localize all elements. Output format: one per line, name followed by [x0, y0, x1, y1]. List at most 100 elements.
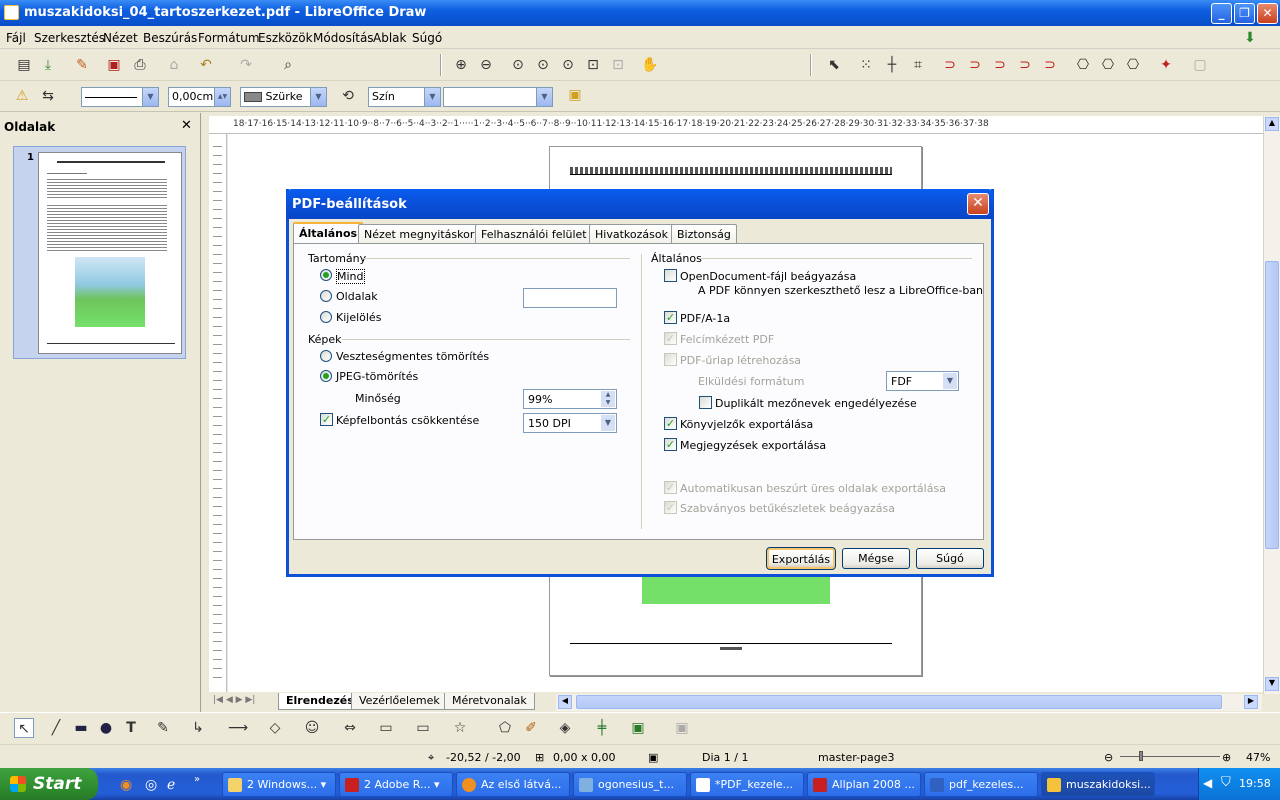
flowchart-icon[interactable]: ▭: [376, 718, 396, 738]
snap-points-icon[interactable]: ⊃: [965, 55, 985, 75]
taskbar-item-draw[interactable]: muszakidoksi...: [1041, 772, 1155, 797]
fill-value-select[interactable]: ▼: [443, 87, 553, 107]
block-arrows-icon[interactable]: ⇔: [340, 718, 360, 738]
start-button[interactable]: Start: [0, 768, 98, 800]
scroll-right-button[interactable]: ▶: [1244, 695, 1258, 709]
range-pages-radio[interactable]: [320, 290, 332, 302]
close-button[interactable]: ✕: [1257, 3, 1278, 24]
duplicate-fields-checkbox[interactable]: [699, 396, 712, 409]
tab-user-interface[interactable]: Felhasználói felület: [475, 224, 593, 245]
glue-points-icon[interactable]: ⎔: [1123, 55, 1143, 75]
export-empty-pages-checkbox[interactable]: ✓: [664, 481, 677, 494]
export-button[interactable]: Exportálás: [766, 547, 836, 570]
quality-spinner[interactable]: 99% ▲ ▼: [523, 389, 617, 409]
undo-icon[interactable]: ↶: [196, 55, 216, 75]
horizontal-scrollbar[interactable]: ◀ ▶: [556, 694, 1262, 711]
line-style-select[interactable]: ▼: [81, 87, 159, 107]
security-shield-icon[interactable]: ⛉: [1221, 775, 1231, 790]
lossless-radio[interactable]: [320, 350, 332, 362]
shadow-icon[interactable]: ▣: [565, 85, 585, 105]
vertical-scrollbar[interactable]: ▲ ▼: [1263, 116, 1280, 694]
snap-object-points-icon[interactable]: ⊃: [1040, 55, 1060, 75]
print-icon[interactable]: ⎙: [130, 55, 150, 75]
zoom-icon[interactable]: ⌕: [278, 55, 298, 75]
taskbar-item-adobe[interactable]: 2 Adobe R... ▾: [339, 772, 453, 797]
object-3d-icon[interactable]: ✦: [1156, 55, 1176, 75]
submit-format-select[interactable]: FDF ▼: [886, 371, 959, 391]
symbol-shapes-icon[interactable]: ☺: [302, 718, 322, 738]
scroll-left-button[interactable]: ◀: [558, 695, 572, 709]
reduce-resolution-checkbox[interactable]: ✓: [320, 413, 333, 426]
snap-object-frame-icon[interactable]: ⊃: [1015, 55, 1035, 75]
line-color-select[interactable]: Szürke ▼: [240, 87, 327, 107]
tab-controls[interactable]: Vezérlőelemek: [351, 693, 448, 710]
rectangle-icon[interactable]: ▬: [71, 718, 91, 738]
line-width-field[interactable]: 0,00cm ▲▼: [168, 87, 231, 107]
dpi-select[interactable]: 150 DPI ▼: [523, 413, 617, 433]
zoom-previous-icon[interactable]: ⊙: [533, 55, 553, 75]
snap-frame-icon[interactable]: ⌗: [908, 55, 928, 75]
export-comments-label[interactable]: Megjegyzések exportálása: [680, 439, 826, 452]
firefox-quicklaunch-icon[interactable]: ◉: [120, 777, 132, 793]
open-icon[interactable]: ⤓: [38, 55, 58, 75]
menu-format[interactable]: Formátum: [198, 31, 260, 45]
callouts-icon[interactable]: ▭: [413, 718, 433, 738]
page-thumbnail[interactable]: [38, 152, 182, 354]
area-style-icon[interactable]: ⟲: [338, 86, 358, 106]
zoom-out-icon[interactable]: ⊖: [476, 55, 496, 75]
clock[interactable]: 19:58: [1239, 777, 1271, 790]
text-icon[interactable]: T: [121, 718, 141, 738]
jpeg-radio[interactable]: [320, 370, 332, 382]
dialog-close-button[interactable]: ✕: [967, 193, 989, 215]
embed-std-fonts-checkbox[interactable]: ✓: [664, 501, 677, 514]
scroll-thumb[interactable]: [1265, 261, 1279, 549]
taskbar-item-pdf-notes[interactable]: *PDF_kezele...: [690, 772, 804, 797]
tab-links[interactable]: Hivatkozások: [589, 224, 674, 245]
tab-dimensions[interactable]: Méretvonalak: [444, 693, 535, 710]
taskbar-item-firefox[interactable]: Az első látvá...: [456, 772, 570, 797]
menu-modify[interactable]: Módosítás: [313, 31, 374, 45]
quicklaunch-more-icon[interactable]: »: [194, 774, 200, 785]
range-selection-radio[interactable]: [320, 311, 332, 323]
help-button[interactable]: Súgó: [916, 548, 984, 569]
effects-icon[interactable]: ◈: [555, 718, 575, 738]
tab-layout[interactable]: Elrendezés: [278, 693, 362, 710]
embed-odf-checkbox[interactable]: [664, 269, 677, 282]
snap-margin-icon[interactable]: ⊃: [990, 55, 1010, 75]
menu-tools[interactable]: Eszközök: [258, 31, 313, 45]
zoom-slider-handle[interactable]: [1139, 751, 1143, 761]
menu-file[interactable]: Fájl: [6, 31, 26, 45]
edit-file-icon[interactable]: ✎: [72, 55, 92, 75]
duplicate-fields-label[interactable]: Duplikált mezőnevek engedélyezése: [715, 397, 917, 410]
reduce-resolution-label[interactable]: Képfelbontás csökkentése: [336, 414, 479, 427]
menu-view[interactable]: Nézet: [103, 31, 138, 45]
tab-general[interactable]: Általános: [293, 222, 364, 245]
styles-icon[interactable]: ⚠: [12, 86, 32, 106]
snap-border-icon[interactable]: ⊃: [940, 55, 960, 75]
jpeg-label[interactable]: JPEG-tömörítés: [336, 370, 418, 383]
zoom-in-icon[interactable]: ⊕: [451, 55, 471, 75]
horizontal-ruler[interactable]: 18·17·16·15·14·13·12·11·10·9··8··7··6··5…: [209, 116, 1264, 134]
taskbar-item-windows[interactable]: 2 Windows... ▾: [222, 772, 336, 797]
align-icon[interactable]: ╪: [592, 718, 612, 738]
ellipse-icon[interactable]: ●: [96, 718, 116, 738]
helplines-icon[interactable]: ┼: [882, 55, 902, 75]
line-icon[interactable]: ╱: [46, 718, 66, 738]
update-icon[interactable]: ⬇: [1240, 28, 1260, 48]
lines-arrows-icon[interactable]: ⟶: [228, 718, 248, 738]
shift-icon[interactable]: ✋: [640, 55, 660, 75]
arrange-icon[interactable]: ▣: [628, 718, 648, 738]
scroll-up-button[interactable]: ▲: [1265, 117, 1279, 131]
stars-icon[interactable]: ☆: [450, 718, 470, 738]
tab-security[interactable]: Biztonság: [671, 224, 737, 245]
pages-input[interactable]: [523, 288, 617, 308]
cancel-button[interactable]: Mégse: [842, 548, 910, 569]
tab-nav-icons[interactable]: |◀ ◀ ▶ ▶|: [213, 695, 255, 705]
export-bookmarks-checkbox[interactable]: ✓: [664, 417, 677, 430]
range-selection-label[interactable]: Kijelölés: [336, 311, 381, 324]
tagged-pdf-checkbox[interactable]: ✓: [664, 332, 677, 345]
fill-type-select[interactable]: Szín ▼: [368, 87, 441, 107]
tray-back-icon[interactable]: ◀: [1203, 776, 1212, 790]
taskbar-item-allplan[interactable]: Allplan 2008 ...: [807, 772, 921, 797]
outlook-quicklaunch-icon[interactable]: ◎: [145, 777, 157, 793]
